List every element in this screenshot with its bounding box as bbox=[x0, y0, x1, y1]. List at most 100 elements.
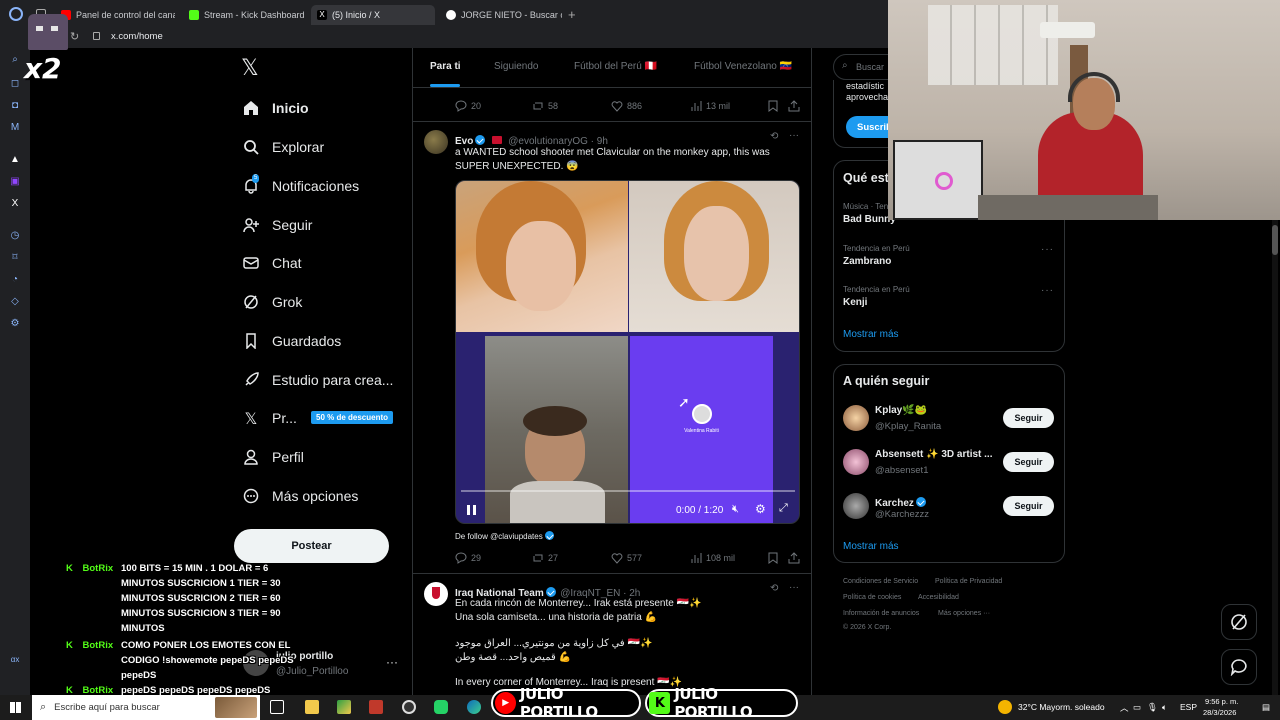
tab-kick-dashboard[interactable]: Stream - Kick Dashboard bbox=[183, 5, 308, 25]
account-more-icon[interactable]: ··· bbox=[386, 655, 398, 669]
mute-icon[interactable]: 🔇︎ bbox=[732, 503, 739, 516]
obs-icon[interactable] bbox=[402, 700, 416, 714]
footer-link[interactable]: Información de anuncios bbox=[843, 610, 919, 617]
share-button[interactable] bbox=[788, 100, 804, 112]
video-settings-icon[interactable]: ⚙ bbox=[755, 502, 766, 516]
tab-futbol-venezolano[interactable]: Fútbol Venezolano 🇻🇪 bbox=[694, 61, 792, 72]
nav-grok[interactable]: Grok bbox=[242, 289, 302, 315]
nav-home[interactable]: Inicio bbox=[242, 95, 309, 121]
footer-link[interactable]: Accesibilidad bbox=[918, 594, 959, 601]
sidebar-bookmark-icon[interactable]: ⌑ bbox=[9, 252, 21, 264]
bookmark-button[interactable] bbox=[768, 100, 782, 112]
sidebar-history-icon[interactable]: ◷ bbox=[9, 230, 21, 242]
fullscreen-icon[interactable]: ⤢ bbox=[779, 502, 788, 515]
reply-button[interactable]: 29 bbox=[455, 552, 481, 564]
tab-futbol-peru[interactable]: Fútbol del Perú 🇵🇪 bbox=[574, 61, 657, 72]
tweet-video[interactable]: Valentina Rabiti 0:00 / 1:20 🔇︎ ⚙ ⤢ bbox=[455, 180, 800, 524]
sidebar-messenger-icon[interactable]: M bbox=[9, 122, 21, 134]
sidebar-settings-icon[interactable]: ⚙ bbox=[9, 318, 21, 330]
video-progress-track[interactable] bbox=[461, 490, 795, 492]
suggested-name[interactable]: Absensett ✨ 3D artist ... bbox=[875, 449, 992, 460]
footer-link[interactable]: Política de cookies bbox=[843, 594, 901, 601]
tray-chevron-icon[interactable]: ︿ bbox=[1120, 702, 1129, 714]
sidebar-more-icon[interactable]: αx bbox=[9, 654, 21, 666]
app-red-icon[interactable] bbox=[369, 700, 383, 714]
task-view-icon[interactable] bbox=[270, 700, 284, 714]
tab-youtube-studio[interactable]: Panel de control del canal bbox=[55, 5, 175, 25]
nav-creator-studio[interactable]: Estudio para crea... bbox=[242, 367, 393, 393]
language-indicator[interactable]: ESP bbox=[1180, 702, 1197, 712]
weather-icon[interactable] bbox=[998, 700, 1012, 714]
repost-button[interactable]: 58 bbox=[532, 100, 558, 112]
microphone-icon[interactable]: 🎙︎ bbox=[1147, 702, 1158, 713]
suggested-avatar[interactable] bbox=[843, 405, 869, 431]
suggested-avatar[interactable] bbox=[843, 449, 869, 475]
file-explorer-icon[interactable] bbox=[305, 700, 319, 714]
windows-start-icon[interactable] bbox=[10, 702, 21, 713]
share-button[interactable] bbox=[788, 552, 804, 564]
sidebar-kick-icon[interactable]: ▲ bbox=[9, 154, 21, 166]
reload-icon[interactable]: ↻ bbox=[70, 30, 79, 43]
weather-text[interactable]: 32°C Mayorm. soleado bbox=[1018, 702, 1105, 712]
premium-discount-badge[interactable]: 50 % de descuento bbox=[311, 411, 394, 424]
trend-name[interactable]: Kenji bbox=[843, 297, 867, 308]
grok-floating-button[interactable] bbox=[1221, 604, 1257, 640]
tweet-source-text[interactable]: De follow @claviupdates bbox=[455, 532, 543, 541]
suggested-name[interactable]: Kplay🌿🐸 bbox=[875, 405, 927, 416]
scrollbar-thumb[interactable] bbox=[1272, 225, 1278, 255]
clock-date[interactable]: 28/3/2026 bbox=[1203, 708, 1236, 717]
clock-time[interactable]: 9:56 p. m. bbox=[1205, 697, 1238, 706]
tab-following[interactable]: Siguiendo bbox=[494, 61, 538, 72]
tab-for-you[interactable]: Para ti bbox=[430, 61, 461, 72]
tab-google-search[interactable]: JORGE NIETO - Buscar co bbox=[440, 5, 562, 25]
network-icon[interactable]: ▭ bbox=[1133, 702, 1141, 713]
nav-follow[interactable]: Seguir bbox=[242, 212, 312, 238]
volume-icon[interactable]: 🔈︎ bbox=[1162, 702, 1167, 713]
browser-logo-icon[interactable] bbox=[9, 7, 23, 21]
app-green-icon[interactable] bbox=[434, 700, 448, 714]
new-tab-button[interactable]: + bbox=[568, 7, 576, 22]
tweet-avatar[interactable] bbox=[424, 130, 448, 154]
edge-icon[interactable] bbox=[467, 700, 481, 714]
tweet-more-icon[interactable]: ··· bbox=[789, 582, 799, 593]
nav-notifications[interactable]: 5 Notificaciones bbox=[242, 173, 359, 199]
nav-more[interactable]: Más opciones bbox=[242, 483, 358, 509]
sidebar-search-icon[interactable]: ⌕ bbox=[9, 54, 21, 66]
follow-button[interactable]: Seguir bbox=[1003, 496, 1054, 516]
post-button[interactable]: Postear bbox=[234, 529, 389, 563]
grok-tweet-icon[interactable]: ⟲ bbox=[770, 131, 778, 142]
nav-bookmarks[interactable]: Guardados bbox=[242, 328, 341, 354]
sidebar-clock-icon[interactable]: ◔ bbox=[9, 274, 21, 286]
who-show-more[interactable]: Mostrar más bbox=[843, 541, 899, 552]
tweet-avatar[interactable] bbox=[424, 582, 448, 606]
repost-button[interactable]: 27 bbox=[532, 552, 558, 564]
footer-link[interactable]: Política de Privacidad bbox=[935, 578, 1002, 585]
grok-tweet-icon[interactable]: ⟲ bbox=[770, 583, 778, 594]
nav-chat[interactable]: Chat bbox=[242, 250, 302, 276]
x-logo-icon[interactable]: 𝕏 bbox=[241, 56, 259, 81]
views-button[interactable]: 108 mil bbox=[690, 552, 735, 564]
suggested-avatar[interactable] bbox=[843, 493, 869, 519]
url-field[interactable]: x.com/home bbox=[111, 31, 163, 42]
trend-more-icon[interactable]: ··· bbox=[1041, 244, 1054, 255]
sidebar-twitch-icon[interactable]: ▣ bbox=[9, 176, 21, 188]
sidebar-share-icon[interactable]: ◇ bbox=[9, 296, 21, 308]
follow-button[interactable]: Seguir bbox=[1003, 408, 1054, 428]
notifications-icon[interactable]: ▤ bbox=[1262, 702, 1270, 713]
views-button[interactable]: 13 mil bbox=[690, 100, 730, 112]
footer-link[interactable]: Condiciones de Servicio bbox=[843, 578, 918, 585]
like-button[interactable]: 577 bbox=[611, 552, 642, 564]
sidebar-x-icon[interactable]: X bbox=[9, 198, 21, 210]
nav-premium[interactable]: 𝕏 Pr... bbox=[242, 405, 297, 431]
sidebar-chat-icon[interactable]: ◻ bbox=[9, 78, 21, 90]
trends-show-more[interactable]: Mostrar más bbox=[843, 329, 899, 340]
suggested-name[interactable]: Karchez bbox=[875, 498, 914, 509]
footer-link[interactable]: Más opciones ··· bbox=[938, 610, 990, 617]
taskbar-search[interactable]: ⌕ Escribe aquí para buscar bbox=[32, 695, 260, 720]
bookmark-button[interactable] bbox=[768, 552, 782, 564]
sidebar-instagram-icon[interactable]: ◘ bbox=[9, 100, 21, 112]
nav-profile[interactable]: Perfil bbox=[242, 444, 304, 470]
store-icon[interactable] bbox=[337, 700, 351, 714]
pause-icon[interactable] bbox=[467, 505, 476, 515]
messages-floating-button[interactable] bbox=[1221, 649, 1257, 685]
